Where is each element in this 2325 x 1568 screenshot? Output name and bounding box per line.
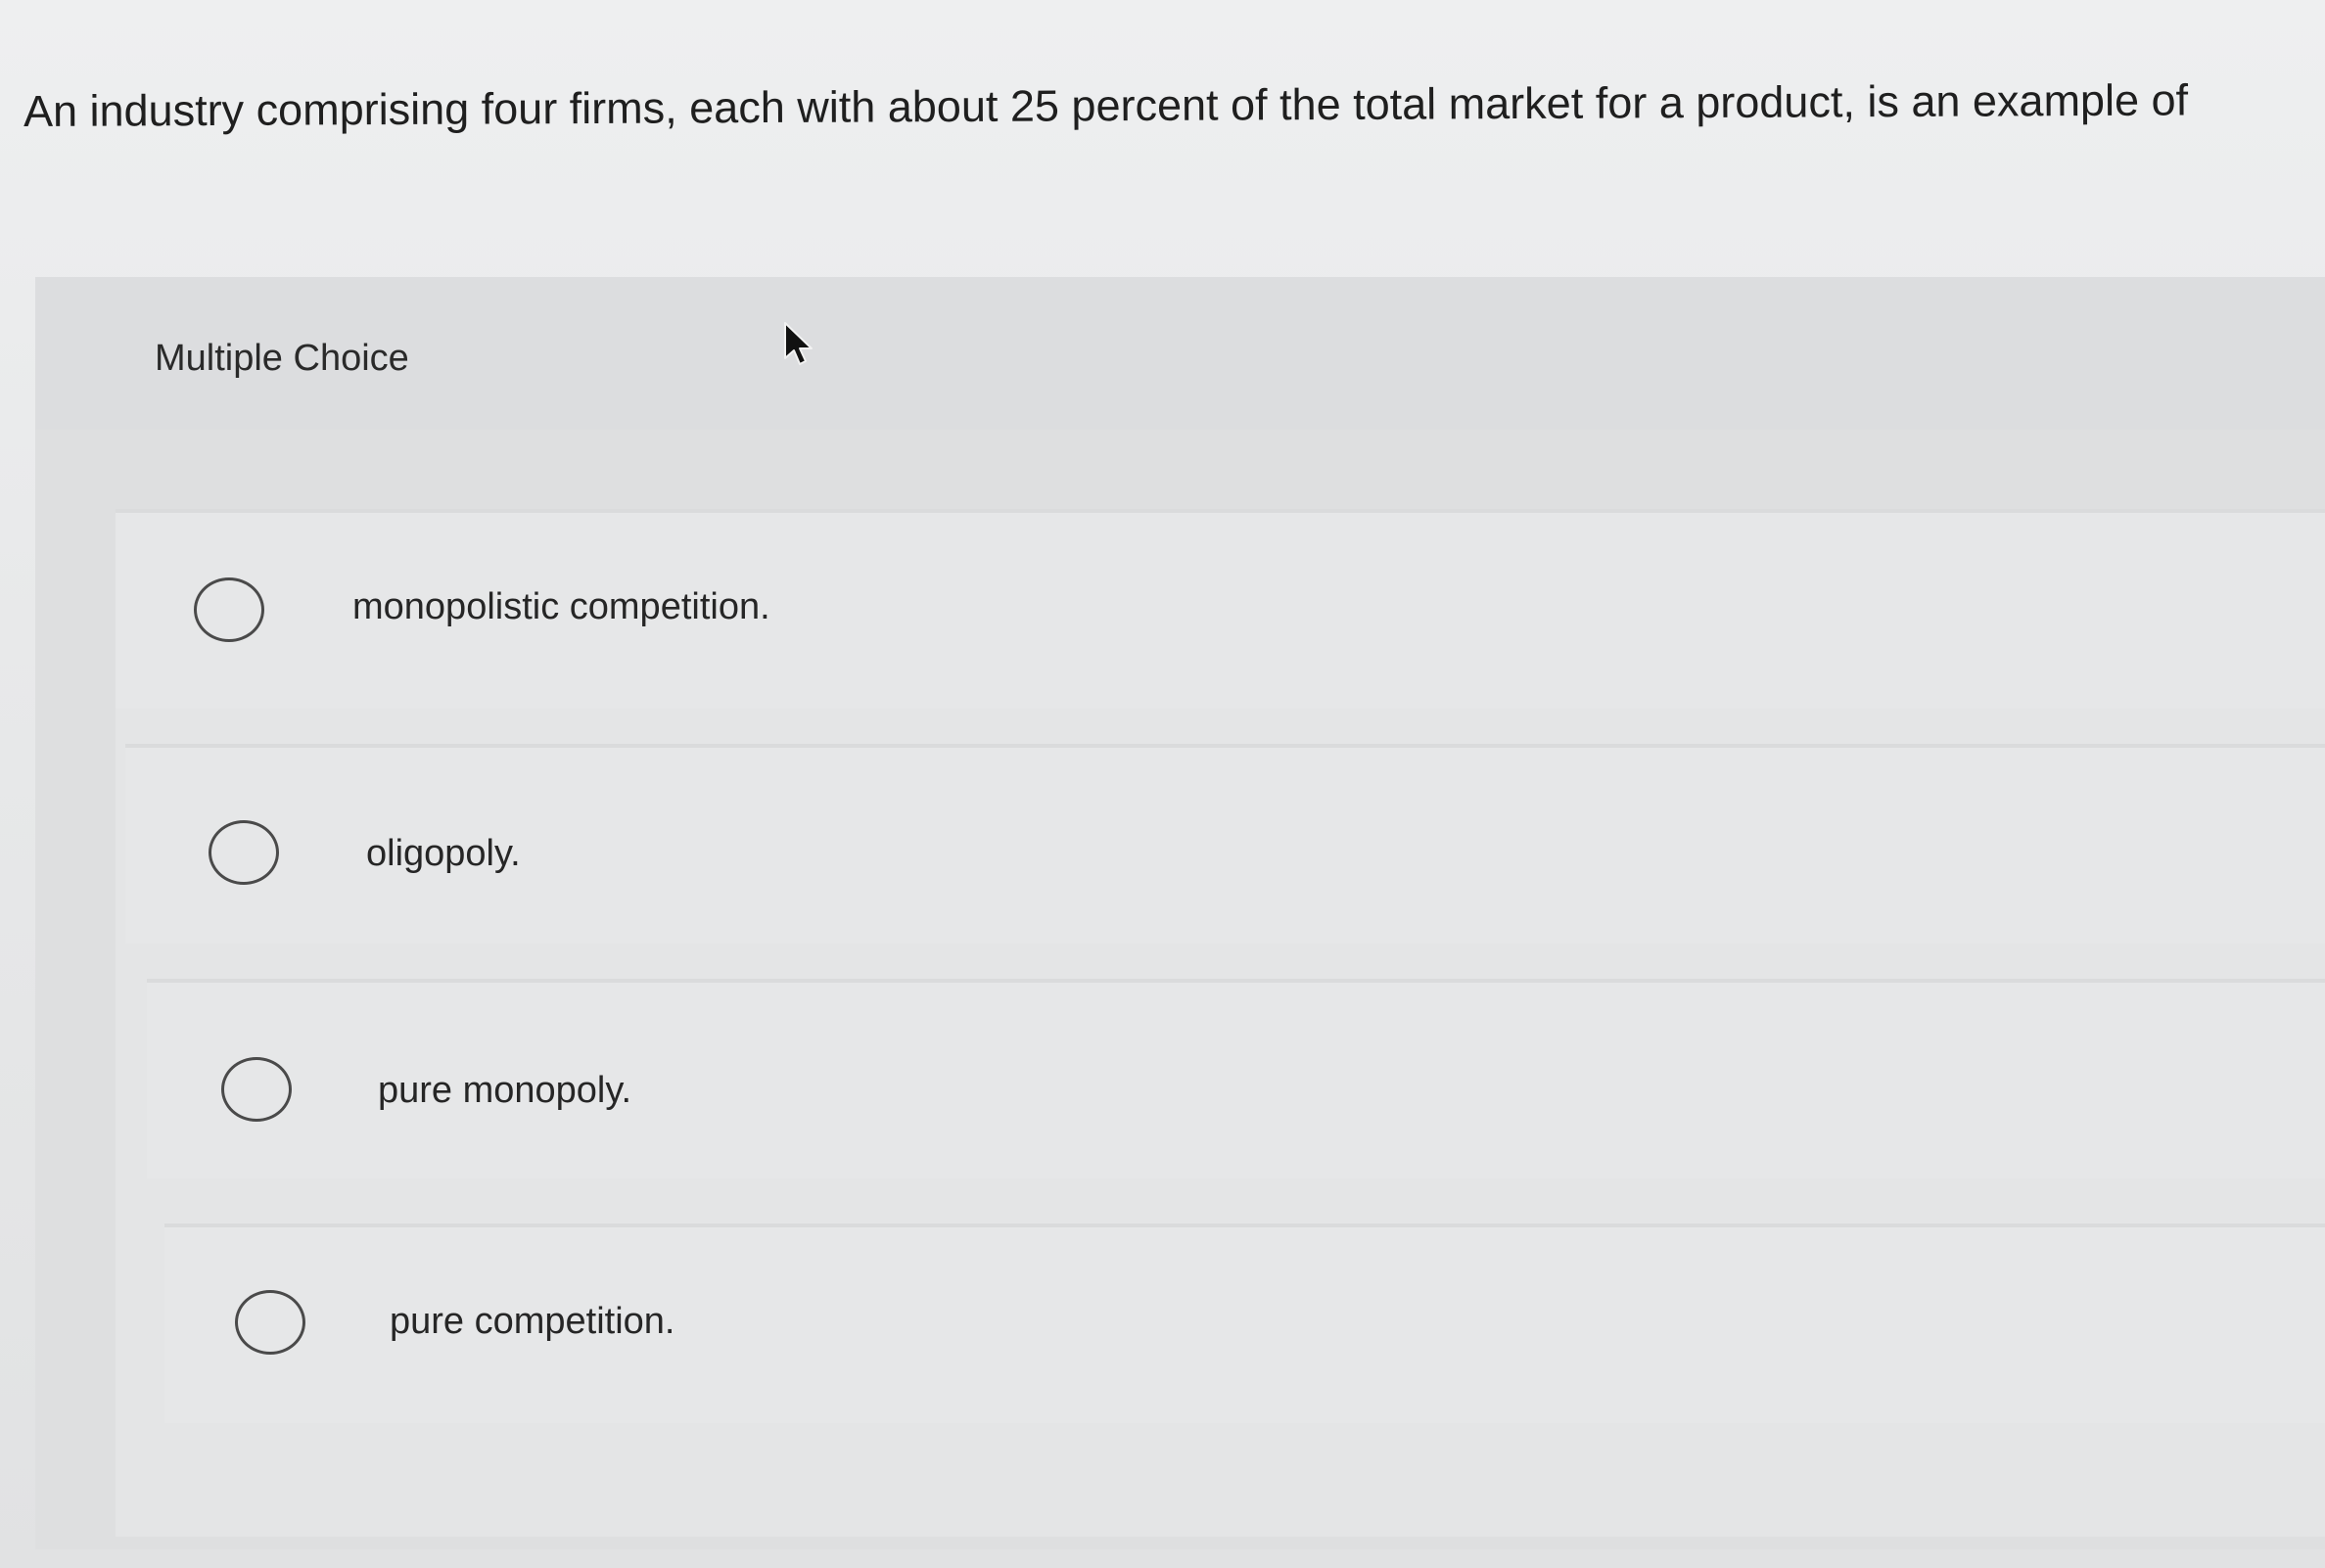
radio-empty-icon[interactable]	[194, 577, 264, 642]
option-label[interactable]: oligopoly.	[366, 828, 521, 879]
radio-empty-icon[interactable]	[209, 820, 279, 885]
mouse-pointer-icon	[784, 322, 813, 365]
question-text: An industry comprising four firms, each …	[23, 74, 2189, 136]
radio-empty-icon[interactable]	[235, 1290, 305, 1355]
option-label[interactable]: monopolistic competition.	[352, 581, 770, 632]
option-label[interactable]: pure monopoly.	[378, 1065, 631, 1116]
option-label[interactable]: pure competition.	[390, 1296, 675, 1347]
radio-empty-icon[interactable]	[221, 1057, 292, 1122]
multiple-choice-label: Multiple Choice	[155, 338, 409, 379]
